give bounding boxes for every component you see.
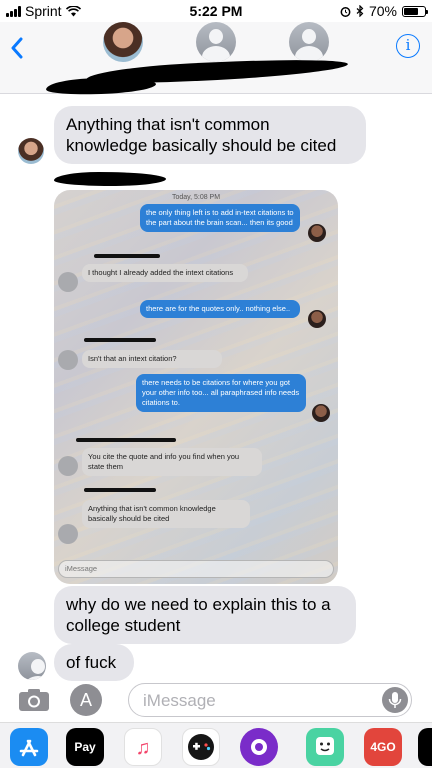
game-icon[interactable]: [182, 728, 220, 766]
bluetooth-icon: [356, 5, 364, 17]
photo-message-in: Anything that isn't common knowledge bas…: [82, 500, 250, 528]
bitmoji-glyph: [316, 737, 334, 755]
game-glyph: [188, 734, 214, 760]
sender-avatar: [18, 652, 46, 680]
camera-app-glyph: [251, 739, 267, 755]
photo-message-out: there are for the quotes only.. nothing …: [140, 300, 300, 318]
photo-timestamp: Today, 5:08 PM: [171, 194, 221, 201]
photo-avatar-gray: [58, 272, 78, 292]
photo-message-out: there needs to be citations for where yo…: [136, 374, 306, 412]
camera-app-icon[interactable]: [240, 728, 278, 766]
redaction-mark: [76, 438, 176, 442]
message-bubble-2[interactable]: why do we need to explain this to a coll…: [54, 586, 356, 644]
photo-message-in: Isn't that an intext citation?: [82, 350, 222, 368]
apple-pay-icon[interactable]: Pay: [66, 728, 104, 766]
app-store-glyph: [19, 739, 39, 757]
photo-avatar-gray: [58, 350, 78, 370]
alarm-icon: [340, 6, 351, 17]
more-apps-icon[interactable]: [418, 728, 432, 766]
bitmoji-icon[interactable]: [306, 728, 344, 766]
message-text: of fuck: [66, 653, 117, 672]
contact-avatar-3[interactable]: [289, 22, 329, 62]
info-button[interactable]: i: [396, 34, 420, 58]
microphone-icon[interactable]: [382, 687, 408, 713]
message-text: why do we need to explain this to a coll…: [66, 595, 331, 635]
photo-avatar: [308, 224, 326, 242]
redaction-mark: [84, 338, 156, 342]
compose-bar: A iMessage: [0, 680, 432, 720]
redaction-mark: [94, 254, 160, 258]
attached-screenshot-photo[interactable]: Today, 5:08 PM the only thing left is to…: [54, 190, 338, 584]
mic-glyph: [388, 692, 402, 708]
music-icon[interactable]: ♫: [124, 728, 162, 766]
status-bar: Sprint 5:22 PM 70%: [0, 0, 432, 22]
photo-message-out: the only thing left is to add in-text ci…: [140, 204, 300, 232]
photo-message-in: You cite the quote and info you find whe…: [82, 448, 262, 476]
photo-avatar: [308, 310, 326, 328]
photo-avatar-gray: [58, 524, 78, 544]
status-right: 70%: [340, 3, 428, 19]
contact-avatar-2[interactable]: [196, 22, 236, 62]
message-text: Anything that isn't common knowledge bas…: [66, 115, 337, 155]
photo-avatar: [312, 404, 330, 422]
battery-icon: [402, 5, 428, 17]
message-input-placeholder: iMessage: [143, 691, 216, 710]
message-input[interactable]: iMessage: [128, 683, 412, 717]
message-bubble-3[interactable]: of fuck: [54, 644, 134, 681]
4go-icon[interactable]: 4GO: [364, 728, 402, 766]
message-bubble-1[interactable]: Anything that isn't common knowledge bas…: [54, 106, 366, 164]
app-store-button[interactable]: A: [70, 684, 102, 716]
conversation-header: i: [0, 22, 432, 96]
photo-message-input: iMessage: [58, 560, 334, 578]
battery-percent: 70%: [368, 3, 397, 19]
chevron-left-icon: [11, 37, 23, 59]
redaction-mark: [54, 172, 166, 186]
photo-avatar-gray: [58, 456, 78, 476]
apple-pay-label: Pay: [74, 740, 96, 754]
redaction-mark: [84, 488, 156, 492]
imessage-app-tray: Pay ♫ 4GO: [0, 722, 432, 768]
battery-fill: [404, 7, 418, 15]
contact-avatar-photo[interactable]: [103, 22, 143, 62]
4go-label: 4GO: [370, 740, 396, 754]
back-button[interactable]: [10, 34, 24, 66]
camera-icon[interactable]: [18, 688, 50, 712]
photo-message-in: I thought I already added the intext cit…: [82, 264, 248, 282]
redaction-mark: [45, 76, 157, 96]
sender-avatar: [18, 138, 44, 164]
app-store-icon[interactable]: [10, 728, 48, 766]
